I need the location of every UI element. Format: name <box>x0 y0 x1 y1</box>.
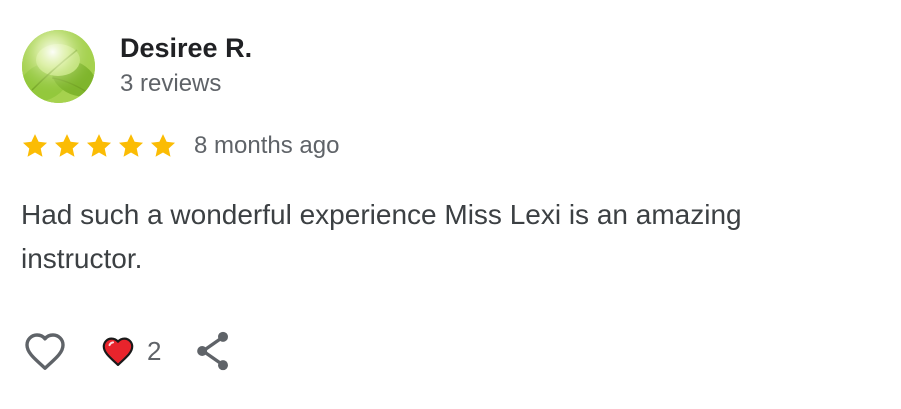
reaction-count: 2 <box>147 335 162 366</box>
star-icon <box>22 134 48 157</box>
avatar[interactable] <box>22 30 95 103</box>
review-text: Had such a wonderful experience Miss Lex… <box>21 199 742 274</box>
review-count: 3 reviews <box>120 70 222 97</box>
star-icon <box>86 134 112 157</box>
review-actions: 2 <box>21 326 233 376</box>
review-card: Desiree R. 3 reviews 8 months ago Had su… <box>0 0 901 409</box>
heart-outline-icon <box>25 333 65 370</box>
star-rating <box>21 132 181 160</box>
review-date: 8 months ago <box>194 132 340 159</box>
leaf-photo-avatar <box>22 30 95 103</box>
reaction-button[interactable]: 2 <box>99 334 161 368</box>
star-icon <box>150 134 176 157</box>
reviewer-name[interactable]: Desiree R. <box>120 33 252 64</box>
red-heart-icon <box>102 337 134 366</box>
share-icon <box>197 331 229 371</box>
star-icon <box>118 134 144 157</box>
share-button[interactable] <box>193 329 233 373</box>
like-button[interactable] <box>21 327 69 375</box>
rating-row: 8 months ago <box>21 128 339 164</box>
star-icon <box>54 134 80 157</box>
